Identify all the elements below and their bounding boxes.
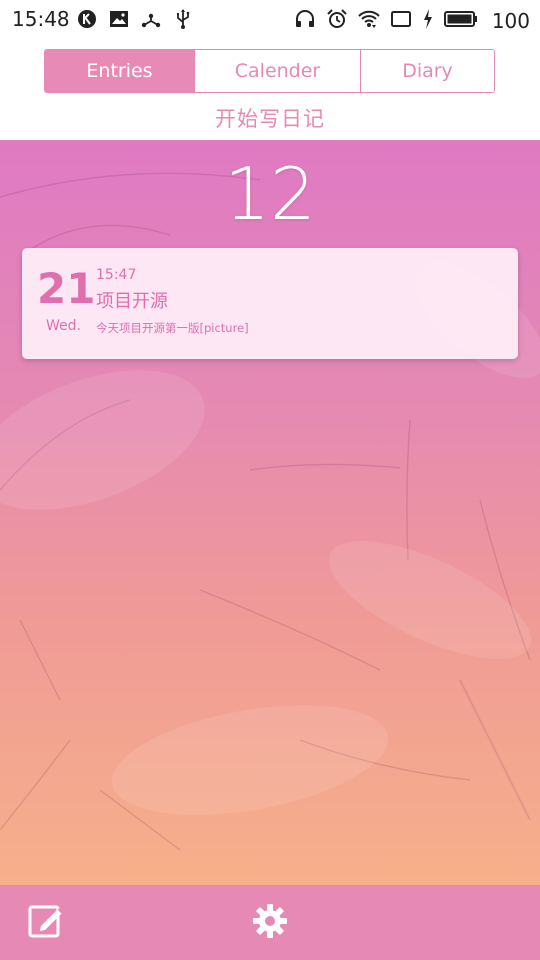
- compose-button[interactable]: [26, 903, 66, 943]
- entry-day: 21: [37, 264, 96, 313]
- k-badge-icon: [76, 8, 98, 34]
- compose-icon: [27, 902, 65, 944]
- network-icon: [140, 8, 162, 34]
- entry-time: 15:47: [96, 267, 137, 283]
- image-icon: [108, 8, 130, 34]
- usb-icon: [172, 8, 194, 34]
- wifi-icon: [358, 8, 380, 34]
- status-right-icons: 100: [294, 8, 530, 34]
- charging-icon: [422, 8, 434, 34]
- gear-icon: [251, 902, 289, 944]
- settings-button[interactable]: [250, 903, 290, 943]
- diary-entry-card[interactable]: 21 Wed. 15:47 项目开源 今天项目开源第一版[picture]: [22, 248, 518, 359]
- entries-list-area: 12 21 Wed. 15:47 项目开源 今天项目开源第一版[picture]: [0, 140, 540, 885]
- headset-icon: [294, 8, 316, 34]
- tab-diary[interactable]: Diary: [360, 50, 494, 92]
- view-tabs: Entries Calender Diary: [44, 49, 495, 93]
- tab-entries[interactable]: Entries: [45, 50, 194, 92]
- battery-icon: [443, 8, 478, 34]
- month-number: 12: [224, 152, 316, 236]
- start-writing-link[interactable]: 开始写日记: [0, 103, 540, 133]
- status-time: 15:48: [12, 7, 70, 31]
- tab-calendar[interactable]: Calender: [194, 50, 360, 92]
- entry-title: 项目开源: [96, 291, 168, 312]
- tablet-icon: [390, 8, 412, 34]
- entry-summary: 今天项目开源第一版[picture]: [96, 321, 249, 335]
- alarm-icon: [326, 8, 348, 34]
- status-bar: 15:48 100: [0, 0, 540, 38]
- entry-weekday: Wed.: [46, 318, 81, 334]
- battery-level: 100: [491, 9, 530, 33]
- bottom-toolbar: [0, 885, 540, 960]
- status-left-icons: [76, 8, 194, 34]
